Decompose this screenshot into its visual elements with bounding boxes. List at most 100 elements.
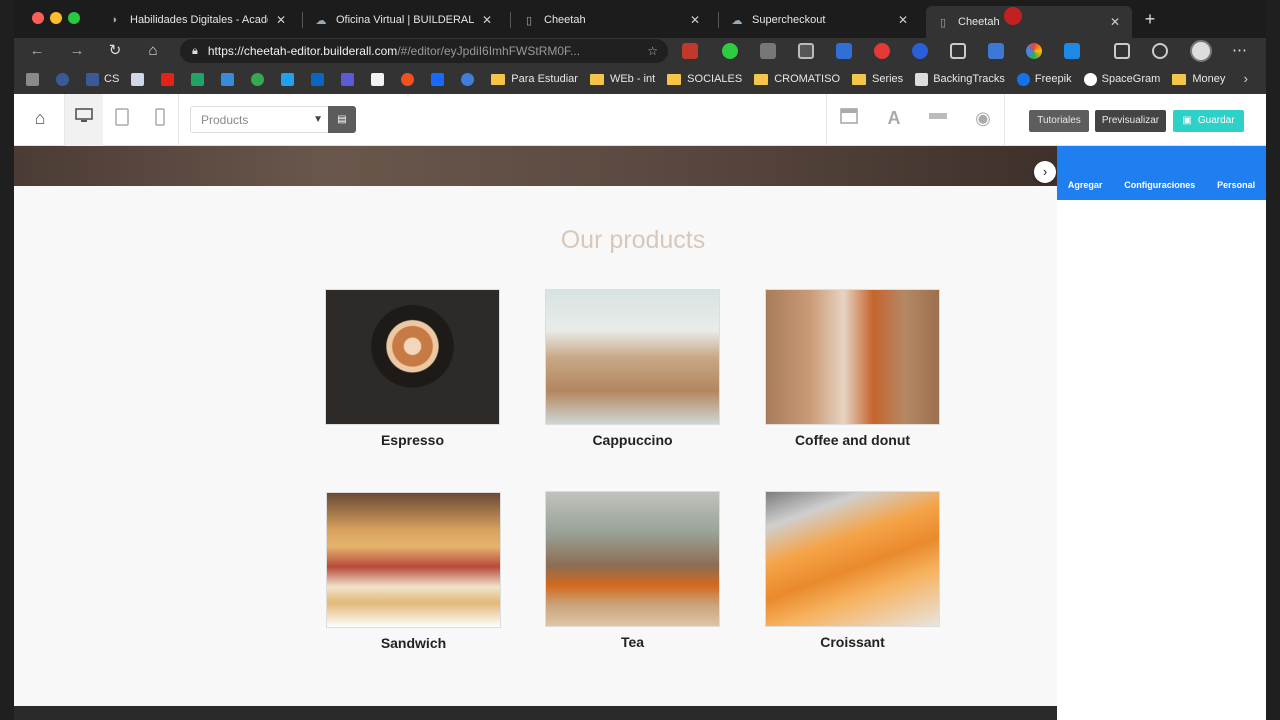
minimize-window-button[interactable] [50,12,62,24]
extension-icon[interactable] [798,43,814,59]
product-image-espresso[interactable] [325,289,500,425]
bookmark-item[interactable] [191,72,209,86]
typography-icon[interactable]: A [881,108,907,132]
browser-menu-icon[interactable]: ⋯ [1232,41,1247,59]
bookmark-folder-series[interactable]: Series [852,73,903,85]
folder-icon [1172,73,1187,85]
hero-image-strip[interactable] [14,146,1057,186]
tab-agregar[interactable]: Agregar [1068,180,1103,190]
tab-configuraciones[interactable]: Configuraciones [1124,180,1195,190]
product-name[interactable]: Sandwich [326,635,501,651]
bookmark-folder-sociales[interactable]: SOCIALES [667,73,742,85]
bookmark-star-icon[interactable]: ☆ [647,44,658,58]
tab-supercheckout[interactable]: ☁ Supercheckout ✕ [720,6,920,34]
extension-icon[interactable] [760,43,776,59]
page-settings-button[interactable]: ▤ [328,106,356,133]
address-bar[interactable]: 🔒︎ https://cheetah-editor.builderall.com… [180,39,668,63]
bookmark-folder-para-estudiar[interactable]: Para Estudiar [491,73,578,85]
bookmark-item[interactable] [431,72,449,86]
reload-icon[interactable]: ↻ [104,41,126,61]
product-image-tea[interactable] [545,491,720,627]
extension-icon[interactable] [836,43,852,59]
bookmark-item[interactable] [56,72,74,86]
extension-icon[interactable] [682,43,698,59]
tablet-view-icon[interactable] [109,108,135,132]
new-tab-button[interactable]: + [1140,9,1160,30]
bookmark-item[interactable] [251,72,269,86]
extension-icon[interactable] [874,43,890,59]
forward-icon[interactable]: → [66,41,88,61]
chevron-right-icon[interactable]: › [1034,161,1056,183]
product-card[interactable]: Sandwich [326,492,501,651]
close-tab-icon[interactable]: ✕ [274,13,288,27]
tab-personal[interactable]: Personal [1217,180,1255,190]
maximize-window-button[interactable] [68,12,80,24]
extension-icon[interactable] [950,43,966,59]
product-name[interactable]: Cappuccino [545,432,720,448]
back-icon[interactable]: ← [26,41,48,61]
bookmark-item[interactable] [371,72,389,86]
product-card[interactable]: Coffee and donut [765,289,940,448]
product-name[interactable]: Tea [545,634,720,650]
product-card[interactable]: Espresso [325,289,500,448]
product-image-sandwich[interactable] [326,492,501,628]
tutorials-button[interactable]: Tutoriales [1029,110,1089,132]
extension-icon[interactable] [988,43,1004,59]
chevron-right-icon[interactable]: › [1244,71,1248,86]
bookmark-item[interactable] [161,72,179,86]
bookmark-item[interactable] [281,72,299,86]
section-title[interactable]: Our products [14,226,1057,255]
bookmark-folder-money[interactable]: Money [1172,73,1225,85]
product-name[interactable]: Espresso [325,432,500,448]
bookmark-item[interactable] [311,72,329,86]
product-name[interactable]: Croissant [765,634,940,650]
close-tab-icon[interactable]: ✕ [480,13,494,27]
preview-button[interactable]: Previsualizar [1095,110,1166,132]
extension-icon[interactable] [1152,43,1168,59]
extension-icon[interactable] [1026,43,1042,59]
eye-icon[interactable]: ◉ [970,108,996,132]
bookmark-item[interactable] [401,72,419,86]
ruler-icon[interactable] [925,108,951,132]
save-button[interactable]: ▣ Guardar [1173,110,1244,132]
close-window-button[interactable] [32,12,44,24]
product-card[interactable]: Cappuccino [545,289,720,448]
bookmark-item[interactable] [341,72,359,86]
profile-avatar[interactable] [1190,40,1212,62]
bookmark-item[interactable] [131,72,149,86]
product-card[interactable]: Tea [545,491,720,650]
product-name[interactable]: Coffee and donut [765,432,940,448]
folder-icon [667,73,682,85]
close-tab-icon[interactable]: ✕ [1108,15,1122,29]
extension-icon[interactable] [1064,43,1080,59]
tab-oficina-virtual[interactable]: ☁ Oficina Virtual | BUILDERALL ✕ [304,6,504,34]
tab-academia[interactable]: ◗ Habilidades Digitales - Academ ✕ [98,6,298,34]
bookmark-item[interactable] [461,72,479,86]
close-tab-icon[interactable]: ✕ [688,13,702,27]
desktop-view-icon[interactable] [65,94,103,146]
editor-canvas[interactable]: › Our products Espresso Cappuccino Coffe… [14,146,1057,706]
extension-icon[interactable] [1114,43,1130,59]
bookmark-spacegram[interactable]: SpaceGram [1083,72,1160,86]
mobile-view-icon[interactable] [147,108,173,132]
product-image-coffee-and-donut[interactable] [765,289,940,425]
product-image-croissant[interactable] [765,491,940,627]
home-icon[interactable]: ⌂ [142,41,164,61]
home-icon[interactable]: ⌂ [27,108,53,132]
bookmark-folder-web-int[interactable]: WEb - int [589,73,655,85]
bookmark-backingtracks[interactable]: BackingTracks [915,72,1005,86]
page-select[interactable]: Products ▼ [190,106,330,133]
close-tab-icon[interactable]: ✕ [896,13,910,27]
bookmark-item[interactable] [26,72,44,86]
bookmark-folder-cromatiso[interactable]: CROMATISO [754,73,840,85]
product-card[interactable]: Croissant [765,491,940,650]
extension-icon[interactable] [912,43,928,59]
bookmark-item[interactable] [221,72,239,86]
bookmark-item[interactable]: CS [86,72,119,86]
extension-icon[interactable] [722,43,738,59]
layout-icon[interactable] [836,108,862,132]
tab-cheetah-1[interactable]: ▯ Cheetah ✕ [512,6,712,34]
bookmark-freepik[interactable]: Freepik [1016,72,1072,86]
product-image-cappuccino[interactable] [545,289,720,425]
tab-cheetah-active[interactable]: ▯ Cheetah ✕ [926,6,1132,38]
